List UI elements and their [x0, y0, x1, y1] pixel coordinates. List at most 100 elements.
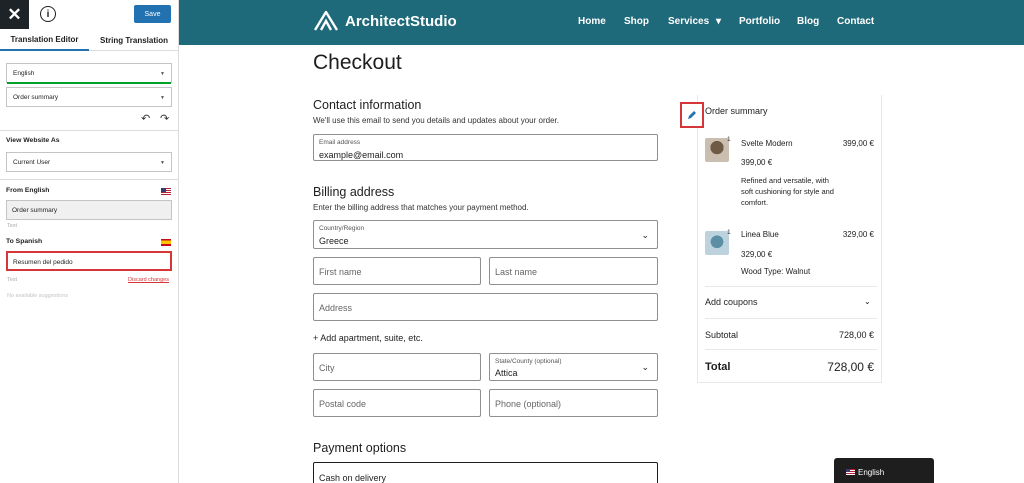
app-root: ✕ i Save Translation Editor String Trans… — [0, 0, 1024, 483]
city-placeholder: City — [319, 363, 335, 373]
tab-string-translation[interactable]: String Translation — [89, 29, 178, 51]
source-text-box: Order summary — [6, 200, 172, 220]
add-coupons-toggle[interactable]: Add coupons — [705, 297, 758, 307]
total-label: Total — [705, 361, 731, 373]
city-field[interactable]: City — [313, 353, 481, 381]
product-qty-badge: 1 — [727, 229, 731, 236]
to-language-label: To Spanish — [6, 238, 43, 245]
chevron-down-icon[interactable]: ⌄ — [864, 297, 871, 306]
nav-blog[interactable]: Blog — [797, 16, 819, 27]
divider — [705, 318, 877, 319]
contact-section-desc: We'll use this email to send you details… — [313, 116, 559, 125]
product-description: Wood Type: Walnut — [741, 267, 811, 276]
email-value: example@email.com — [319, 150, 404, 160]
translation-edit-button[interactable] — [680, 102, 704, 128]
product-name: Linea Blue — [741, 230, 779, 239]
language-progress-bar — [7, 82, 171, 84]
logo-text[interactable]: ArchitectStudio — [345, 13, 457, 30]
spain-flag-icon — [161, 239, 171, 246]
language-switcher[interactable]: English — [834, 458, 934, 483]
product-qty-badge: 1 — [727, 136, 731, 143]
email-field[interactable]: Email address example@email.com — [313, 134, 658, 161]
view-as-select[interactable]: Current User ▼ — [6, 152, 172, 172]
product-description: Refined and versatile, with soft cushion… — [741, 176, 834, 207]
translation-panel: ✕ i Save Translation Editor String Trans… — [0, 0, 179, 483]
chevron-down-icon: ▼ — [160, 71, 165, 77]
phone-field[interactable]: Phone (optional) — [489, 389, 658, 417]
phone-placeholder: Phone (optional) — [495, 399, 562, 409]
discard-changes-link[interactable]: Discard changes — [128, 277, 169, 283]
state-value: Attica — [495, 368, 518, 378]
divider — [0, 130, 178, 131]
payment-option-label: Cash on delivery — [319, 473, 387, 483]
product-price: 329,00 € — [842, 230, 874, 239]
nav-portfolio[interactable]: Portfolio — [739, 16, 780, 27]
nav-contact[interactable]: Contact — [837, 16, 874, 27]
divider — [705, 286, 877, 287]
postal-code-field[interactable]: Postal code — [313, 389, 481, 417]
string-select[interactable]: Order summary ▼ — [6, 87, 172, 107]
address-placeholder: Address — [319, 303, 353, 313]
add-apartment-link[interactable]: + Add apartment, suite, etc. — [313, 333, 423, 343]
panel-toolbar: ✕ i Save — [0, 0, 178, 29]
address-field[interactable]: Address — [313, 293, 658, 321]
chevron-down-icon: ▼ — [160, 95, 165, 101]
translation-input[interactable]: Resumen del pedido — [6, 251, 172, 271]
view-as-select-value: Current User — [13, 158, 51, 166]
last-name-field[interactable]: Last name — [489, 257, 658, 285]
undo-icon[interactable]: ↶ — [141, 112, 150, 125]
language-select[interactable]: English ▼ — [6, 63, 172, 84]
payment-section-title: Payment options — [313, 441, 407, 455]
email-label: Email address — [319, 139, 361, 146]
product-unit-price: 399,00 € — [741, 158, 773, 167]
save-button[interactable]: Save — [134, 5, 171, 23]
redo-icon[interactable]: ↷ — [160, 112, 169, 125]
panel-tabs: Translation Editor String Translation — [0, 29, 178, 51]
first-name-placeholder: First name — [319, 267, 362, 277]
chevron-down-icon: ⌄ — [641, 362, 649, 372]
us-flag-icon — [161, 188, 171, 195]
payment-option-cod[interactable]: Cash on delivery — [313, 462, 658, 483]
target-hint: Text — [7, 277, 18, 283]
billing-section-title: Billing address — [313, 185, 395, 199]
country-label: Country/Region — [319, 225, 365, 232]
pencil-icon — [688, 111, 696, 119]
us-flag-icon — [846, 469, 855, 475]
nav-services-label: Services — [668, 16, 710, 27]
source-hint: Text — [7, 223, 18, 229]
nav-services[interactable]: Services ▾ — [668, 16, 721, 27]
order-summary-title: Order summary — [705, 106, 768, 116]
language-select-value: English — [13, 69, 35, 77]
chevron-down-icon: ▼ — [160, 160, 165, 166]
last-name-placeholder: Last name — [495, 267, 538, 277]
divider — [705, 349, 877, 350]
string-select-value: Order summary — [13, 93, 59, 101]
close-glyph: ✕ — [7, 4, 22, 24]
product-price: 399,00 € — [842, 139, 874, 148]
view-as-label: View Website As — [6, 137, 60, 144]
product-image — [705, 138, 729, 162]
billing-section-desc: Enter the billing address that matches y… — [313, 203, 529, 212]
chevron-down-icon: ⌄ — [641, 230, 649, 240]
nav-shop[interactable]: Shop — [624, 16, 649, 27]
nav-home[interactable]: Home — [578, 16, 606, 27]
total-value: 728,00 € — [827, 360, 874, 374]
info-glyph: i — [46, 8, 50, 20]
tab-translation-editor[interactable]: Translation Editor — [0, 29, 89, 51]
info-icon[interactable]: i — [40, 6, 56, 22]
product-name: Svelte Modern — [741, 139, 793, 148]
logo-icon[interactable] — [314, 11, 338, 31]
chevron-down-icon: ▾ — [715, 16, 721, 27]
state-label: State/County (optional) — [495, 358, 562, 365]
subtotal-label: Subtotal — [705, 330, 739, 340]
close-icon[interactable]: ✕ — [0, 0, 29, 29]
from-language-label: From English — [6, 187, 50, 194]
product-unit-price: 329,00 € — [741, 250, 773, 259]
state-select[interactable]: State/County (optional) Attica ⌄ — [489, 353, 658, 381]
suggestion-note: No available suggestions — [7, 293, 69, 299]
site-header: ArchitectStudio Home Shop Services ▾ Por… — [179, 0, 1024, 45]
subtotal-value: 728,00 € — [838, 330, 874, 340]
country-select[interactable]: Country/Region Greece ⌄ — [313, 220, 658, 249]
postal-code-placeholder: Postal code — [319, 399, 367, 409]
first-name-field[interactable]: First name — [313, 257, 481, 285]
